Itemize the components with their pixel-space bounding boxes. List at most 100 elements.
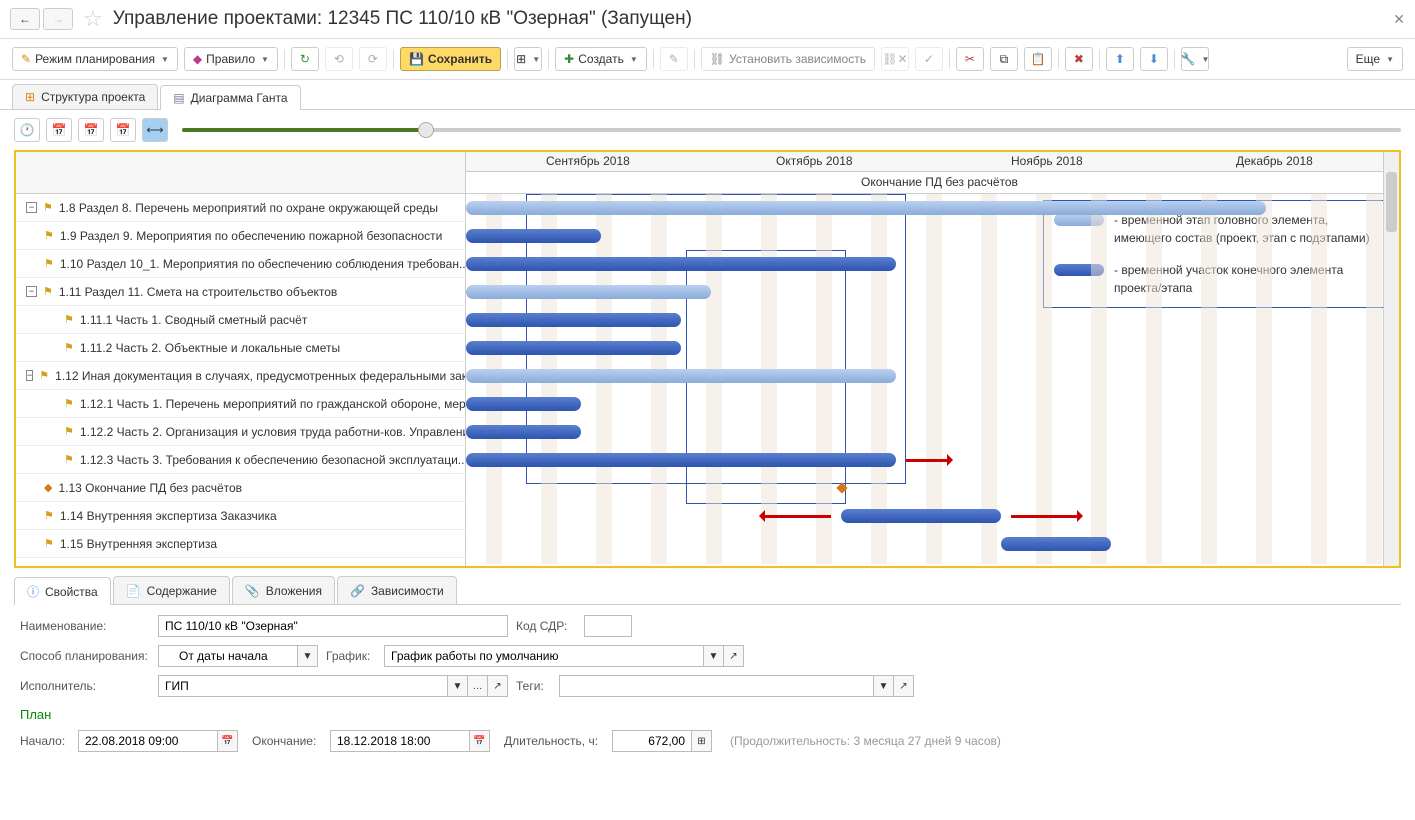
start-input[interactable] (78, 730, 218, 752)
task-row[interactable]: ◆1.13 Окончание ПД без расчётов (16, 474, 465, 502)
undo-button[interactable]: ⟲ (325, 47, 353, 71)
gantt-tab-label: Диаграмма Ганта (191, 91, 288, 105)
gantt-bar[interactable] (1001, 537, 1111, 551)
end-input[interactable] (330, 730, 470, 752)
code-input[interactable] (584, 615, 632, 637)
gantt-bar[interactable] (466, 285, 711, 299)
zoom-slider[interactable] (182, 128, 1401, 132)
start-label: Начало: (20, 734, 70, 748)
hierarchy-button[interactable]: ⊞▼ (514, 47, 542, 71)
name-label: Наименование: (20, 619, 150, 633)
tab-structure[interactable]: ⊞ Структура проекта (12, 84, 158, 109)
collapse-icon[interactable]: − (26, 202, 37, 213)
schedule-input[interactable] (384, 645, 704, 667)
back-button[interactable]: ← (10, 8, 40, 30)
task-label: 1.13 Окончание ПД без расчётов (58, 481, 242, 495)
set-dependency-button[interactable]: ⛓ Установить зависимость (701, 47, 875, 71)
planning-mode-button[interactable]: ✎ Режим планирования ▼ (12, 47, 178, 71)
gantt-bar[interactable] (466, 453, 896, 467)
save-button[interactable]: 💾 Сохранить (400, 47, 501, 71)
more-button[interactable]: Еще ▼ (1347, 47, 1403, 71)
task-row[interactable]: −⚑1.11 Раздел 11. Смета на строительство… (16, 278, 465, 306)
task-row[interactable]: ⚑1.10 Раздел 10_1. Мероприятия по обеспе… (16, 250, 465, 278)
tab-content[interactable]: 📄 Содержание (113, 576, 230, 604)
create-button[interactable]: ✚ Создать ▼ (555, 47, 647, 71)
task-row[interactable]: ⚑1.11.2 Часть 2. Объектные и локальные с… (16, 334, 465, 362)
more-icon[interactable]: … (468, 675, 488, 697)
arrow-left-icon (761, 515, 831, 518)
cal2-button[interactable]: 📅 (78, 118, 104, 142)
calendar-icon[interactable]: 📅 (218, 730, 238, 752)
tab-properties[interactable]: ⓘ Свойства (14, 577, 111, 605)
task-row[interactable]: −⚑1.12 Иная документация в случаях, пред… (16, 362, 465, 390)
task-label: 1.9 Раздел 9. Мероприятия по обеспечению… (60, 229, 442, 243)
tab-gantt[interactable]: ▤ Диаграмма Ганта (160, 85, 300, 110)
clock-button[interactable]: 🕐 (14, 118, 40, 142)
delete-button[interactable]: ✖ (1065, 47, 1093, 71)
move-up-button[interactable]: ⬆ (1106, 47, 1134, 71)
task-row[interactable]: ⚑1.15 Внутренняя экспертиза (16, 530, 465, 558)
copy-button[interactable]: ⧉ (990, 47, 1018, 71)
gantt-bar[interactable] (466, 257, 896, 271)
name-input[interactable] (158, 615, 508, 637)
flag-icon: ⚑ (64, 313, 74, 326)
forward-button[interactable]: → (43, 8, 73, 30)
gantt-bar[interactable] (466, 369, 896, 383)
task-row[interactable]: ⚑1.14 Внутренняя экспертиза Заказчика (16, 502, 465, 530)
unlink-button[interactable]: ⛓✕ (881, 47, 909, 71)
task-row[interactable]: ⚑1.12.2 Часть 2. Организация и условия т… (16, 418, 465, 446)
open-icon[interactable]: ↗ (724, 645, 744, 667)
scrollbar-vertical[interactable] (1383, 152, 1399, 566)
redo-button[interactable]: ⟳ (359, 47, 387, 71)
edit-button[interactable]: ✎ (660, 47, 688, 71)
calc-icon[interactable]: ⊞ (692, 730, 712, 752)
gantt-bar[interactable] (466, 313, 681, 327)
gantt-bar[interactable] (466, 397, 581, 411)
gantt-bar[interactable] (841, 509, 1001, 523)
task-row[interactable]: ⚑1.9 Раздел 9. Мероприятия по обеспечени… (16, 222, 465, 250)
collapse-icon[interactable]: − (26, 370, 33, 381)
collapse-icon[interactable]: − (26, 286, 37, 297)
flag-icon: ⚑ (44, 537, 54, 550)
cal3-button[interactable]: 📅 (110, 118, 136, 142)
executor-input[interactable] (158, 675, 448, 697)
tags-input[interactable] (559, 675, 874, 697)
favorite-icon[interactable]: ☆ (83, 6, 103, 32)
duration-input[interactable] (612, 730, 692, 752)
task-label: 1.11.2 Часть 2. Объектные и локальные см… (80, 341, 340, 355)
close-icon[interactable]: ✕ (1393, 11, 1405, 28)
flag-icon: ⚑ (43, 201, 53, 214)
dropdown-icon[interactable]: ▼ (874, 675, 894, 697)
move-down-button[interactable]: ⬇ (1140, 47, 1168, 71)
gantt-icon: ▤ (173, 91, 184, 105)
dropdown-icon[interactable]: ▼ (298, 645, 318, 667)
task-row[interactable]: ⚑1.12.3 Часть 3. Требования к обеспечени… (16, 446, 465, 474)
main-tabs: ⊞ Структура проекта ▤ Диаграмма Ганта (0, 80, 1415, 110)
tools-button[interactable]: 🔧▼ (1181, 47, 1209, 71)
check-button[interactable]: ✓ (915, 47, 943, 71)
gantt-timeline[interactable]: Сентябрь 2018Октябрь 2018Ноябрь 2018Дека… (466, 152, 1399, 566)
gantt-bar[interactable] (466, 201, 1266, 215)
cut-button[interactable]: ✂ (956, 47, 984, 71)
tab-dependencies[interactable]: 🔗 Зависимости (337, 576, 457, 604)
open-icon[interactable]: ↗ (488, 675, 508, 697)
gantt-bar[interactable] (466, 341, 681, 355)
task-row[interactable]: ⚑1.12.1 Часть 1. Перечень мероприятий по… (16, 390, 465, 418)
plan-method-input[interactable] (158, 645, 298, 667)
gantt-bar[interactable] (466, 425, 581, 439)
gantt-bar[interactable] (466, 229, 601, 243)
task-row[interactable]: ⚑1.11.1 Часть 1. Сводный сметный расчёт (16, 306, 465, 334)
paste-button[interactable]: 📋 (1024, 47, 1052, 71)
milestone-marker[interactable] (836, 482, 847, 493)
refresh-button[interactable]: ↻ (291, 47, 319, 71)
fit-button[interactable]: ⟷ (142, 118, 168, 142)
task-row[interactable]: −⚑1.8 Раздел 8. Перечень мероприятий по … (16, 194, 465, 222)
task-label: 1.12 Иная документация в случаях, предус… (55, 369, 465, 383)
dropdown-icon[interactable]: ▼ (448, 675, 468, 697)
calendar-icon[interactable]: 📅 (470, 730, 490, 752)
dropdown-icon[interactable]: ▼ (704, 645, 724, 667)
cal1-button[interactable]: 📅 (46, 118, 72, 142)
open-icon[interactable]: ↗ (894, 675, 914, 697)
rule-button[interactable]: ◆ Правило ▼ (184, 47, 278, 71)
tab-attachments[interactable]: 📎 Вложения (232, 576, 335, 604)
